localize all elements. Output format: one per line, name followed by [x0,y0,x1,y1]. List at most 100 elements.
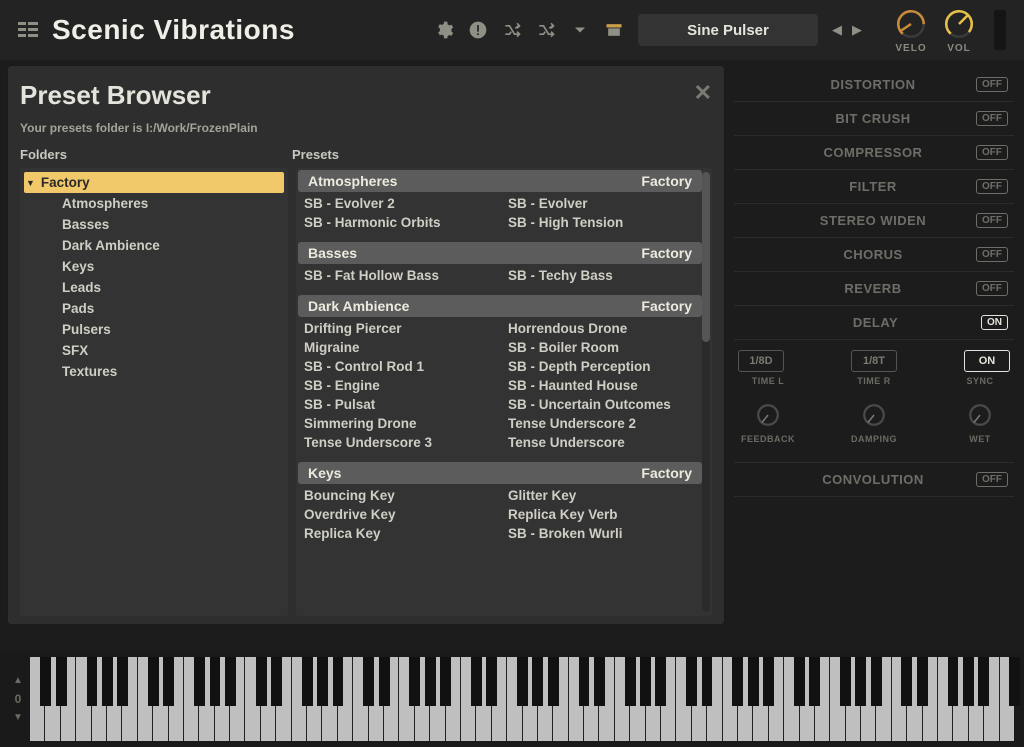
shuffle-back-icon[interactable] [502,20,522,40]
octave-down-icon[interactable]: ▼ [13,712,23,723]
black-key[interactable] [225,657,236,706]
black-key[interactable] [271,657,282,706]
preset-item[interactable]: Migraine [302,338,498,357]
black-key[interactable] [425,657,436,706]
preset-display[interactable]: Sine Pulser [638,14,818,46]
preset-item[interactable]: SB - Broken Wurli [506,524,702,543]
preset-item[interactable]: Glitter Key [506,486,702,505]
fx-row[interactable]: FILTEROFF [734,170,1014,204]
preset-item[interactable]: Replica Key [302,524,498,543]
folder-item[interactable]: Pulsers [20,319,288,340]
black-key[interactable] [763,657,774,706]
fx-delay-row[interactable]: DELAY ON [734,306,1014,340]
black-key[interactable] [702,657,713,706]
prev-preset-icon[interactable]: ◀ [832,22,842,38]
gear-icon[interactable] [434,20,454,40]
close-icon[interactable]: ✕ [694,80,712,106]
black-key[interactable] [517,657,528,706]
piano-keys[interactable] [30,657,1014,741]
delay-feedback-knob[interactable]: FEEDBACK [738,400,798,444]
preset-item[interactable]: SB - Evolver 2 [302,194,498,213]
fx-row[interactable]: BIT CRUSHOFF [734,102,1014,136]
next-preset-icon[interactable]: ▶ [852,22,862,38]
fx-row[interactable]: STEREO WIDENOFF [734,204,1014,238]
black-key[interactable] [978,657,989,706]
fx-row[interactable]: COMPRESSOROFF [734,136,1014,170]
black-key[interactable] [871,657,882,706]
delay-damping-knob[interactable]: DAMPING [844,400,904,444]
folder-item[interactable]: Basses [20,214,288,235]
black-key[interactable] [379,657,390,706]
preset-item[interactable]: Drifting Piercer [302,319,498,338]
delay-time-l-button[interactable]: 1/8D [738,350,784,372]
preset-item[interactable]: SB - High Tension [506,213,702,232]
black-key[interactable] [302,657,313,706]
black-key[interactable] [794,657,805,706]
fx-toggle[interactable]: OFF [976,213,1008,228]
fx-row[interactable]: DISTORTIONOFF [734,68,1014,102]
scrollbar-thumb[interactable] [702,172,710,342]
preset-item[interactable]: Tense Underscore [506,433,702,452]
black-key[interactable] [102,657,113,706]
black-key[interactable] [194,657,205,706]
preset-item[interactable]: Overdrive Key [302,505,498,524]
preset-item[interactable]: SB - Boiler Room [506,338,702,357]
preset-item[interactable]: SB - Haunted House [506,376,702,395]
black-key[interactable] [963,657,974,706]
black-key[interactable] [148,657,159,706]
black-key[interactable] [655,657,666,706]
preset-item[interactable]: Horrendous Drone [506,319,702,338]
black-key[interactable] [87,657,98,706]
preset-item[interactable]: SB - Fat Hollow Bass [302,266,498,285]
velo-knob[interactable]: VELO [894,7,928,54]
preset-item[interactable]: SB - Pulsat [302,395,498,414]
preset-item[interactable]: SB - Uncertain Outcomes [506,395,702,414]
black-key[interactable] [901,657,912,706]
scrollbar-track[interactable] [702,172,710,612]
black-key[interactable] [409,657,420,706]
folder-item[interactable]: SFX [20,340,288,361]
archive-icon[interactable] [604,20,624,40]
black-key[interactable] [471,657,482,706]
folder-item[interactable]: Atmospheres [20,193,288,214]
black-key[interactable] [56,657,67,706]
dropdown-icon[interactable] [570,20,590,40]
black-key[interactable] [855,657,866,706]
fx-convolution-toggle[interactable]: OFF [976,472,1008,487]
black-key[interactable] [948,657,959,706]
delay-wet-knob[interactable]: WET [950,400,1010,444]
preset-item[interactable]: SB - Depth Perception [506,357,702,376]
black-key[interactable] [363,657,374,706]
black-key[interactable] [625,657,636,706]
fx-row[interactable]: CHORUSOFF [734,238,1014,272]
fx-toggle[interactable]: OFF [976,111,1008,126]
black-key[interactable] [117,657,128,706]
delay-time-r-button[interactable]: 1/8T [851,350,897,372]
delay-sync-button[interactable]: ON [964,350,1010,372]
black-key[interactable] [317,657,328,706]
shuffle-forward-icon[interactable] [536,20,556,40]
black-key[interactable] [163,657,174,706]
preset-item[interactable]: Replica Key Verb [506,505,702,524]
black-key[interactable] [1009,657,1020,706]
folder-item[interactable]: Leads [20,277,288,298]
folder-item[interactable]: Pads [20,298,288,319]
fx-toggle[interactable]: OFF [976,77,1008,92]
fx-convolution-row[interactable]: CONVOLUTION OFF [734,463,1014,497]
fx-row[interactable]: REVERBOFF [734,272,1014,306]
preset-item[interactable]: Tense Underscore 3 [302,433,498,452]
black-key[interactable] [732,657,743,706]
preset-item[interactable]: SB - Control Rod 1 [302,357,498,376]
black-key[interactable] [840,657,851,706]
preset-item[interactable]: Simmering Drone [302,414,498,433]
fx-toggle[interactable]: OFF [976,281,1008,296]
fx-delay-toggle[interactable]: ON [981,315,1008,330]
fx-toggle[interactable]: OFF [976,145,1008,160]
octave-up-icon[interactable]: ▲ [13,675,23,686]
preset-item[interactable]: SB - Harmonic Orbits [302,213,498,232]
preset-item[interactable]: Tense Underscore 2 [506,414,702,433]
fx-toggle[interactable]: OFF [976,247,1008,262]
preset-item[interactable]: SB - Techy Bass [506,266,702,285]
black-key[interactable] [640,657,651,706]
folder-root[interactable]: ▼ Factory [24,172,284,193]
